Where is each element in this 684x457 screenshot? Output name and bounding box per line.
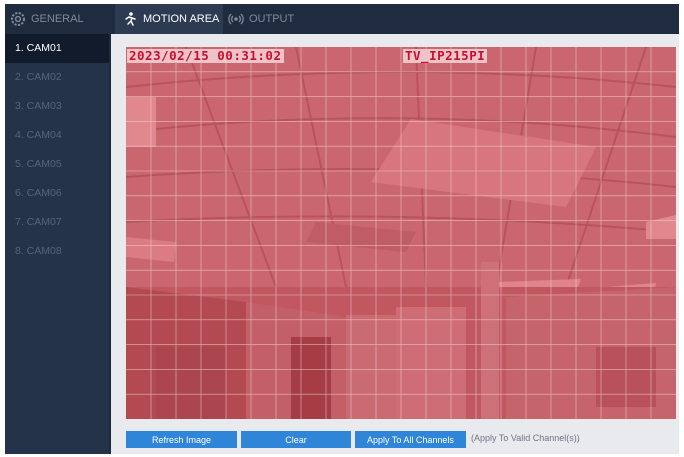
tab-output-label: OUTPUT [249,13,295,25]
broadcast-icon [227,10,245,28]
camera-item-1[interactable]: 1. CAM01 [5,34,109,63]
tab-motion-area-label: MOTION AREA [143,13,220,25]
camera-item-4[interactable]: 4. CAM04 [5,121,109,150]
tab-general-label: GENERAL [31,13,84,25]
tab-output[interactable]: OUTPUT [227,4,317,34]
motion-area-panel: 2023/02/15 00:31:02 TV_IP215PI Refresh I… [111,34,679,454]
camera-item-6[interactable]: 6. CAM06 [5,179,109,208]
refresh-image-button[interactable]: Refresh Image [126,431,237,448]
camera-item-5[interactable]: 5. CAM05 [5,150,109,179]
camera-item-8[interactable]: 8. CAM08 [5,237,109,266]
app-window: GENERAL MOTION AREA OUTPUT 1. CAM01 2. C… [5,4,679,454]
camera-list: 1. CAM01 2. CAM02 3. CAM03 4. CAM04 5. C… [5,34,109,454]
camera-preview-image [126,47,676,419]
camera-item-3[interactable]: 3. CAM03 [5,92,109,121]
clear-button[interactable]: Clear [241,431,351,448]
gear-icon [9,10,27,28]
apply-to-all-channels-button[interactable]: Apply To All Channels [355,431,466,448]
motion-running-icon [121,10,139,28]
motion-grid-canvas[interactable]: 2023/02/15 00:31:02 TV_IP215PI [126,47,676,419]
tab-general[interactable]: GENERAL [9,4,113,34]
tab-motion-area[interactable]: MOTION AREA [115,4,223,34]
osd-timestamp: 2023/02/15 00:31:02 [127,48,284,63]
camera-item-2[interactable]: 2. CAM02 [5,63,109,92]
osd-camera-name: TV_IP215PI [403,48,488,63]
tab-bar: GENERAL MOTION AREA OUTPUT [5,4,679,34]
apply-note: (Apply To Valid Channel(s)) [471,433,580,443]
camera-item-7[interactable]: 7. CAM07 [5,208,109,237]
